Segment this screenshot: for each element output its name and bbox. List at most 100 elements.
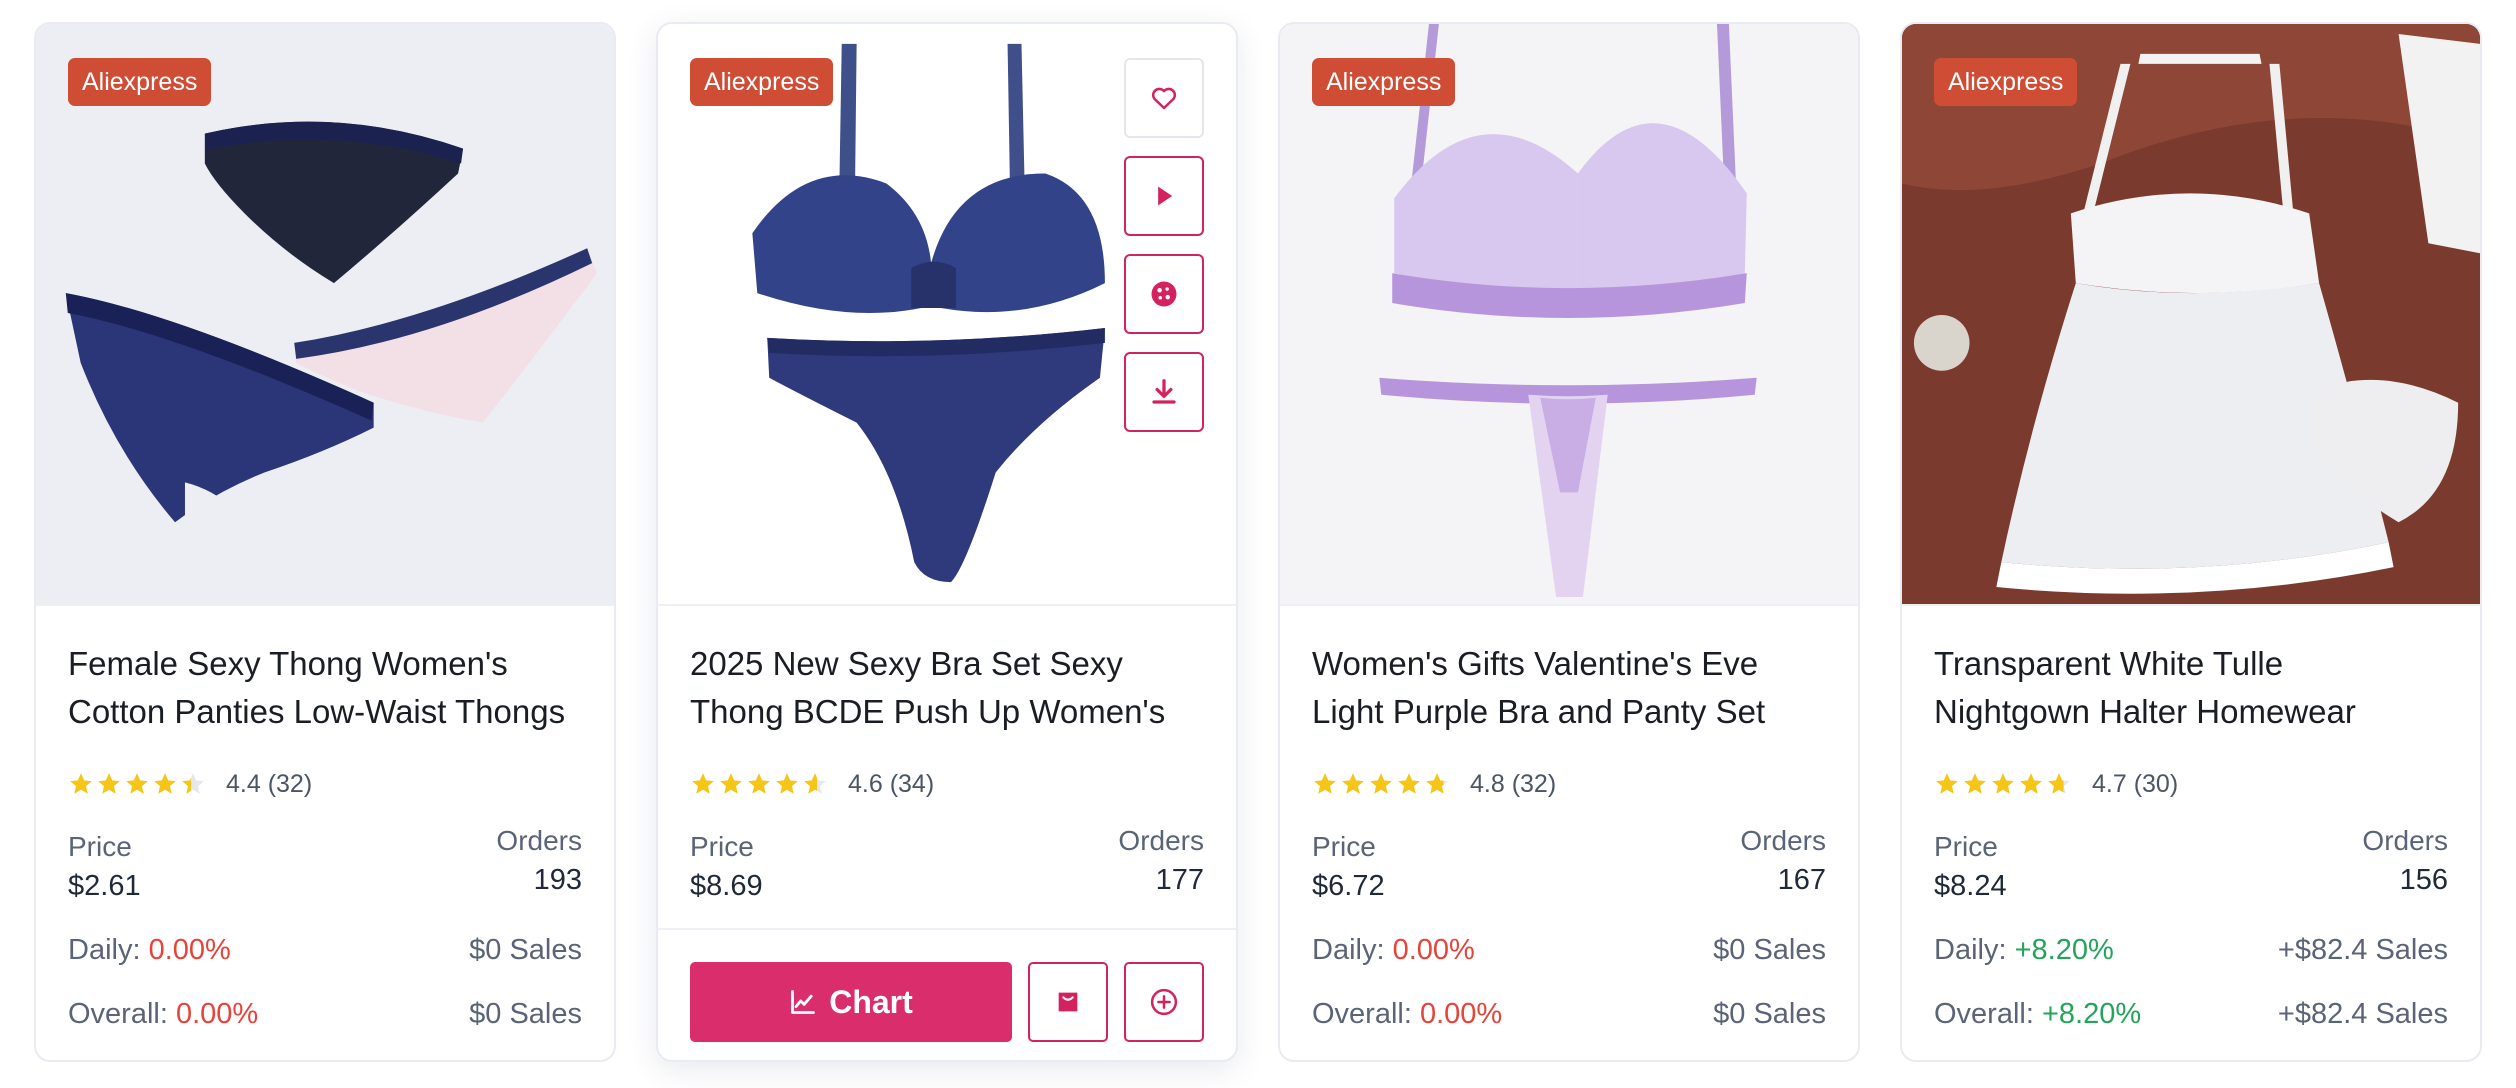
star-rating bbox=[690, 771, 828, 797]
video-button[interactable] bbox=[1124, 156, 1204, 236]
line-chart-icon bbox=[791, 990, 816, 1014]
star-icon bbox=[1964, 773, 1986, 794]
star-icon bbox=[804, 773, 826, 794]
star-icon bbox=[1426, 773, 1448, 794]
overall-percent: 0.00% bbox=[175, 998, 259, 1030]
orders-label: Orders bbox=[1740, 825, 1826, 856]
chart-button[interactable]: Chart bbox=[690, 962, 1012, 1042]
rating: 4.7 (30) bbox=[1934, 766, 2448, 802]
star-icon bbox=[182, 773, 204, 794]
star-icon bbox=[1398, 773, 1420, 794]
star-icon bbox=[748, 773, 770, 794]
store-button[interactable] bbox=[1028, 962, 1108, 1042]
overall-stat: Overall: 0.00% $0 Sales bbox=[68, 994, 582, 1034]
shopping-bag-icon bbox=[1058, 992, 1078, 1012]
rating: 4.4 (32) bbox=[68, 766, 582, 802]
card-actions: Chart bbox=[690, 962, 1204, 1042]
orders-value: 193 bbox=[533, 864, 582, 896]
daily-label: Daily: bbox=[1934, 934, 2007, 966]
product-title[interactable]: 2025 New Sexy Bra Set Sexy Thong BCDE Pu… bbox=[690, 640, 1204, 736]
star-icon bbox=[1314, 773, 1336, 794]
daily-stat: Daily: 0.00% $0 Sales bbox=[1312, 930, 1826, 970]
daily-stat: Daily: +8.20% +$82.4 Sales bbox=[1934, 930, 2448, 970]
star-icon bbox=[720, 773, 742, 794]
rating: 4.8 (32) bbox=[1312, 766, 1826, 802]
price-label: Price bbox=[690, 831, 754, 862]
overall-label: Overall: bbox=[68, 998, 168, 1030]
product-title[interactable]: Female Sexy Thong Women's Cotton Panties… bbox=[68, 640, 582, 736]
price-label: Price bbox=[1934, 831, 1998, 862]
star-icon bbox=[2020, 773, 2042, 794]
star-icon bbox=[126, 773, 148, 794]
product-card[interactable]: Aliexpress Transparent White Tulle Night… bbox=[1900, 22, 2482, 1062]
cookie-button[interactable] bbox=[1124, 254, 1204, 334]
daily-sales: $0 Sales bbox=[1713, 934, 1826, 966]
overall-percent: 0.00% bbox=[1419, 998, 1503, 1030]
orders-label: Orders bbox=[2362, 825, 2448, 856]
overall-stat: Overall: +8.20% +$82.4 Sales bbox=[1934, 994, 2448, 1034]
price-label: Price bbox=[68, 831, 132, 862]
product-grid: Aliexpress Female Sexy Thong Women's Cot… bbox=[34, 22, 2482, 1062]
star-icon bbox=[1342, 773, 1364, 794]
rating-text: 4.8 (32) bbox=[1470, 769, 1557, 798]
source-badge: Aliexpress bbox=[1312, 58, 1456, 106]
daily-sales: $0 Sales bbox=[469, 934, 582, 966]
divider bbox=[658, 928, 1236, 930]
daily-percent: +8.20% bbox=[2014, 934, 2114, 966]
product-title[interactable]: Women's Gifts Valentine's Eve Light Purp… bbox=[1312, 640, 1826, 736]
star-icon bbox=[98, 773, 120, 794]
price-value: $6.72 bbox=[1312, 870, 1385, 902]
product-card[interactable]: Aliexpress 2025 New Sexy Bra Set Sexy Th… bbox=[656, 22, 1238, 1062]
price-label: Price bbox=[1312, 831, 1376, 862]
orders-value: 177 bbox=[1155, 864, 1204, 896]
overall-sales: +$82.4 Sales bbox=[2277, 998, 2448, 1030]
star-icon bbox=[154, 773, 176, 794]
plus-circle-icon bbox=[1150, 988, 1178, 1016]
source-badge: Aliexpress bbox=[690, 58, 834, 106]
daily-percent: 0.00% bbox=[1392, 934, 1475, 966]
star-rating bbox=[1312, 771, 1450, 797]
overall-sales: $0 Sales bbox=[1713, 998, 1826, 1030]
star-icon bbox=[2048, 773, 2070, 794]
star-icon bbox=[692, 773, 714, 794]
overall-label: Overall: bbox=[1934, 998, 2034, 1030]
price-value: $8.69 bbox=[690, 870, 763, 902]
favorite-button[interactable] bbox=[1124, 58, 1204, 138]
source-badge: Aliexpress bbox=[1934, 58, 2078, 106]
chart-button-label: Chart bbox=[829, 983, 913, 1020]
product-image[interactable]: Aliexpress bbox=[1902, 24, 2480, 606]
product-title[interactable]: Transparent White Tulle Nightgown Halter… bbox=[1934, 640, 2448, 736]
star-icon bbox=[70, 773, 92, 794]
orders-value: 156 bbox=[2399, 864, 2448, 896]
star-icon bbox=[1936, 773, 1958, 794]
product-card[interactable]: Aliexpress Female Sexy Thong Women's Cot… bbox=[34, 22, 616, 1062]
orders-label: Orders bbox=[1118, 825, 1204, 856]
rating-text: 4.6 (34) bbox=[848, 769, 935, 798]
orders-label: Orders bbox=[496, 825, 582, 856]
daily-label: Daily: bbox=[1312, 934, 1385, 966]
daily-percent: 0.00% bbox=[148, 934, 231, 966]
product-image[interactable]: Aliexpress bbox=[36, 24, 614, 606]
add-button[interactable] bbox=[1124, 962, 1204, 1042]
star-icon bbox=[1370, 773, 1392, 794]
download-icon bbox=[1152, 379, 1176, 404]
play-icon bbox=[1158, 186, 1173, 206]
price-value: $2.61 bbox=[68, 870, 141, 902]
product-image[interactable]: Aliexpress bbox=[1280, 24, 1858, 606]
star-icon bbox=[1992, 773, 2014, 794]
heart-icon bbox=[1151, 87, 1177, 110]
product-image[interactable]: Aliexpress bbox=[658, 24, 1236, 606]
source-badge: Aliexpress bbox=[68, 58, 212, 106]
star-icon bbox=[776, 773, 798, 794]
overall-label: Overall: bbox=[1312, 998, 1412, 1030]
rating: 4.6 (34) bbox=[690, 766, 1204, 802]
quick-actions bbox=[1124, 58, 1204, 432]
star-rating bbox=[68, 771, 206, 797]
download-button[interactable] bbox=[1124, 352, 1204, 432]
overall-sales: $0 Sales bbox=[469, 998, 582, 1030]
cookie-icon bbox=[1151, 281, 1177, 307]
overall-stat: Overall: 0.00% $0 Sales bbox=[1312, 994, 1826, 1034]
overall-percent: +8.20% bbox=[2041, 998, 2142, 1030]
product-card[interactable]: Aliexpress Women's Gifts Valentine's Eve… bbox=[1278, 22, 1860, 1062]
daily-stat: Daily: 0.00% $0 Sales bbox=[68, 930, 582, 970]
